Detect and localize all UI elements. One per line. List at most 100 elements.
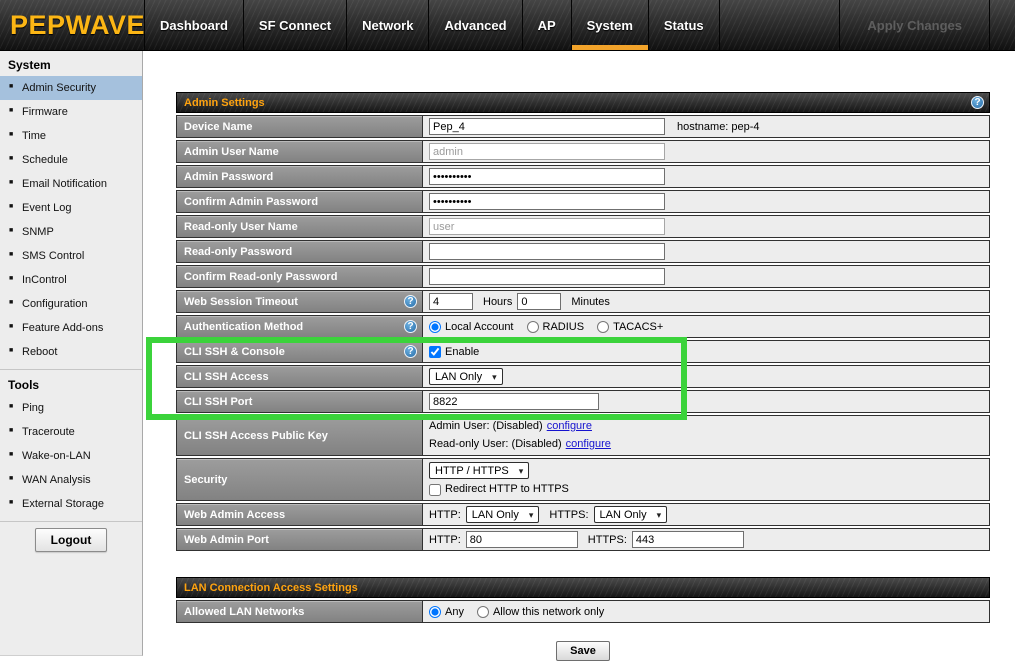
sidebar-item-event-log[interactable]: Event Log	[0, 196, 142, 220]
minutes-label: Minutes	[571, 296, 610, 308]
hours-label: Hours	[483, 296, 512, 308]
square-bullet-icon	[9, 200, 22, 216]
auth-local-account-radio[interactable]	[429, 321, 441, 333]
tab-dashboard[interactable]: Dashboard	[145, 0, 244, 50]
sidebar-item-label: WAN Analysis	[22, 473, 91, 487]
authentication-method-label: Authentication Method	[184, 321, 303, 333]
admin-user-name-input[interactable]	[429, 143, 665, 160]
sidebar-item-label: Ping	[22, 401, 44, 415]
save-button[interactable]: Save	[556, 641, 610, 661]
confirm-readonly-password-input[interactable]	[429, 268, 665, 285]
sidebar-item-ping[interactable]: Ping	[0, 396, 142, 420]
cli-ssh-public-key-label: CLI SSH Access Public Key	[184, 430, 328, 442]
admin-user-configure-link[interactable]: configure	[547, 419, 592, 434]
tab-ap[interactable]: AP	[523, 0, 572, 50]
confirm-admin-password-label: Confirm Admin Password	[184, 196, 318, 208]
readonly-user-configure-link[interactable]: configure	[566, 437, 611, 452]
admin-user-key-status: Admin User: (Disabled)	[429, 419, 543, 434]
readonly-user-key-status: Read-only User: (Disabled)	[429, 437, 562, 452]
sidebar-item-schedule[interactable]: Schedule	[0, 148, 142, 172]
redirect-http-checkbox[interactable]	[429, 484, 441, 496]
hostname-note: hostname: pep-4	[677, 121, 760, 133]
sidebar-item-label: SNMP	[22, 225, 54, 239]
help-icon[interactable]	[971, 96, 984, 109]
security-protocol-select[interactable]: HTTP / HTTPS	[429, 462, 529, 479]
sidebar-item-sms-control[interactable]: SMS Control	[0, 244, 142, 268]
sidebar-item-label: Feature Add-ons	[22, 321, 103, 335]
web-admin-http-access-select[interactable]: LAN Only	[466, 506, 540, 523]
sidebar-item-incontrol[interactable]: InControl	[0, 268, 142, 292]
admin-settings-header: Admin Settings	[176, 92, 990, 113]
cli-ssh-port-label: CLI SSH Port	[184, 396, 252, 408]
help-icon[interactable]	[404, 320, 417, 333]
web-admin-http-port-input[interactable]	[466, 531, 578, 548]
timeout-minutes-input[interactable]	[517, 293, 561, 310]
admin-user-name-label: Admin User Name	[184, 146, 279, 158]
allowed-lan-this-network-radio[interactable]	[477, 606, 489, 618]
tab-network[interactable]: Network	[347, 0, 429, 50]
web-session-timeout-label: Web Session Timeout	[184, 296, 298, 308]
sidebar-item-traceroute[interactable]: Traceroute	[0, 420, 142, 444]
admin-password-label: Admin Password	[184, 171, 273, 183]
sidebar-item-external-storage[interactable]: External Storage	[0, 492, 142, 516]
sidebar-item-time[interactable]: Time	[0, 124, 142, 148]
cli-ssh-access-label: CLI SSH Access	[184, 371, 269, 383]
logout-button[interactable]: Logout	[35, 528, 108, 552]
allowed-lan-any-radio[interactable]	[429, 606, 441, 618]
square-bullet-icon	[9, 176, 22, 192]
sidebar-item-snmp[interactable]: SNMP	[0, 220, 142, 244]
web-session-timeout-row: Web Session Timeout Hours Minutes	[176, 290, 990, 313]
square-bullet-icon	[9, 272, 22, 288]
web-admin-https-access-select[interactable]: LAN Only	[594, 506, 668, 523]
cli-ssh-access-select[interactable]: LAN Only	[429, 368, 503, 385]
confirm-admin-password-row: Confirm Admin Password	[176, 190, 990, 213]
readonly-password-label: Read-only Password	[184, 246, 292, 258]
sidebar-item-configuration[interactable]: Configuration	[0, 292, 142, 316]
sidebar-item-firmware[interactable]: Firmware	[0, 100, 142, 124]
top-navigation-bar: PEPWAVE Dashboard SF Connect Network Adv…	[0, 0, 1015, 51]
square-bullet-icon	[9, 104, 22, 120]
lan-access-section: LAN Connection Access Settings Allowed L…	[176, 577, 990, 623]
sidebar-item-label: External Storage	[22, 497, 104, 511]
tab-sf-connect[interactable]: SF Connect	[244, 0, 347, 50]
sidebar-item-label: Admin Security	[22, 81, 96, 95]
square-bullet-icon	[9, 248, 22, 264]
sidebar-item-wan-analysis[interactable]: WAN Analysis	[0, 468, 142, 492]
help-icon[interactable]	[404, 345, 417, 358]
sidebar-item-label: Configuration	[22, 297, 87, 311]
sidebar-item-feature-add-ons[interactable]: Feature Add-ons	[0, 316, 142, 340]
sidebar-item-email-notification[interactable]: Email Notification	[0, 172, 142, 196]
security-row: Security HTTP / HTTPS Redirect HTTP to H…	[176, 458, 990, 501]
timeout-hours-input[interactable]	[429, 293, 473, 310]
sidebar-divider	[0, 369, 142, 370]
admin-settings-title: Admin Settings	[184, 97, 265, 109]
cli-ssh-enable-checkbox[interactable]	[429, 346, 441, 358]
cli-ssh-access-selected-value: LAN Only	[435, 371, 482, 383]
sidebar-item-admin-security[interactable]: Admin Security	[0, 76, 142, 100]
readonly-user-name-label: Read-only User Name	[184, 221, 298, 233]
pepwave-logo[interactable]: PEPWAVE	[0, 0, 145, 50]
sidebar-item-wake-on-lan[interactable]: Wake-on-LAN	[0, 444, 142, 468]
apply-changes-button[interactable]: Apply Changes	[839, 0, 990, 50]
confirm-admin-password-input[interactable]	[429, 193, 665, 210]
http-label: HTTP:	[429, 509, 461, 521]
square-bullet-icon	[9, 424, 22, 440]
readonly-password-input[interactable]	[429, 243, 665, 260]
tab-advanced[interactable]: Advanced	[429, 0, 522, 50]
help-icon[interactable]	[404, 295, 417, 308]
cli-ssh-console-label: CLI SSH & Console	[184, 346, 285, 358]
https-label: HTTPS:	[549, 509, 588, 521]
sidebar-item-label: Wake-on-LAN	[22, 449, 91, 463]
sidebar-item-reboot[interactable]: Reboot	[0, 340, 142, 364]
device-name-input[interactable]	[429, 118, 665, 135]
sidebar-item-label: Event Log	[22, 201, 72, 215]
web-admin-https-port-input[interactable]	[632, 531, 744, 548]
auth-tacacs-radio[interactable]	[597, 321, 609, 333]
auth-radius-radio[interactable]	[527, 321, 539, 333]
tab-status[interactable]: Status	[649, 0, 720, 50]
tab-system[interactable]: System	[572, 0, 649, 50]
readonly-user-name-input[interactable]	[429, 218, 665, 235]
main-content: Admin Settings Device Name hostname: pep…	[176, 92, 990, 661]
cli-ssh-port-input[interactable]	[429, 393, 599, 410]
admin-password-input[interactable]	[429, 168, 665, 185]
